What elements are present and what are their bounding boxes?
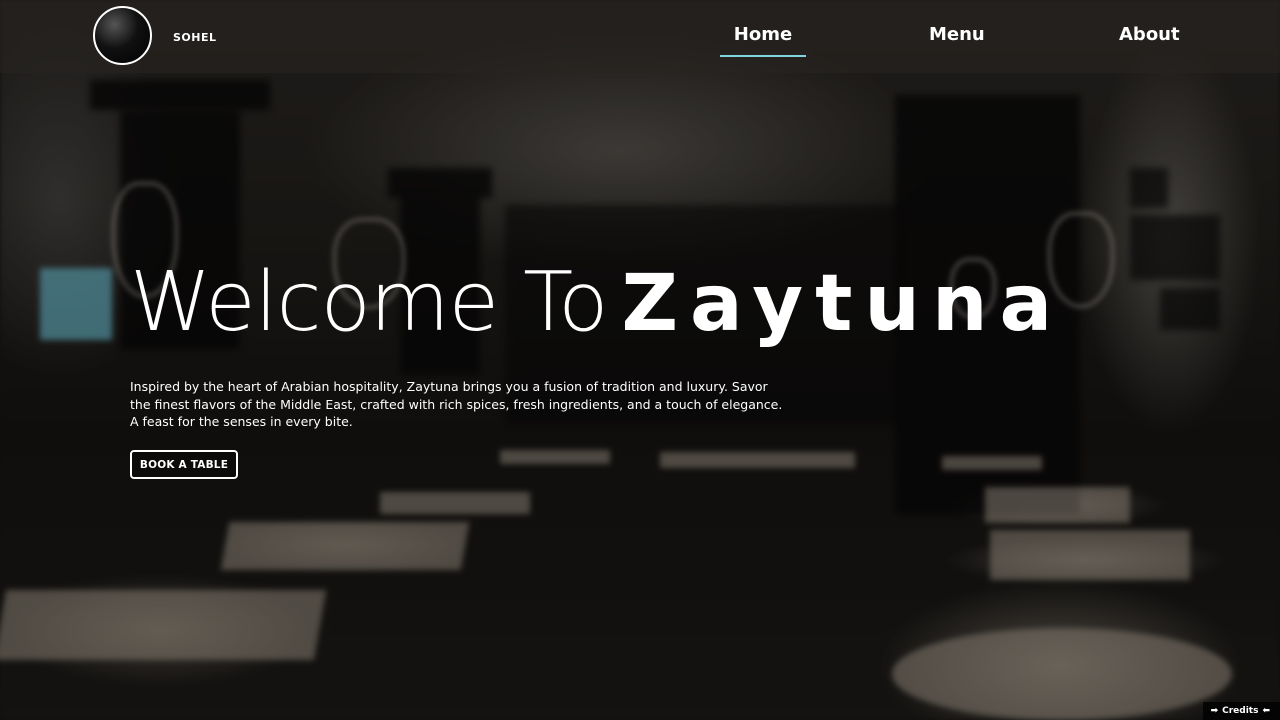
nav-about-link[interactable]: About (1119, 24, 1180, 45)
logo-icon[interactable] (93, 6, 152, 65)
credits-button[interactable]: ➡ Credits ⬅ (1202, 702, 1280, 720)
hero-description: Inspired by the heart of Arabian hospita… (130, 379, 783, 429)
hero-title-welcome: Welcome To (130, 255, 608, 350)
brand-name[interactable]: SOHEL (173, 31, 217, 44)
hero-title: Welcome To Zaytuna (130, 262, 1064, 344)
book-a-table-button[interactable]: BOOK A TABLE (130, 450, 238, 479)
arrow-right-icon: ➡ (1210, 706, 1219, 716)
nav-menu-link[interactable]: Menu (929, 24, 985, 45)
credits-label: Credits (1222, 706, 1259, 716)
hero-title-zaytuna: Zaytuna (621, 259, 1065, 349)
arrow-left-icon: ⬅ (1262, 706, 1270, 716)
page: SOHEL Home Menu About Welcome To Zaytuna … (0, 0, 1280, 720)
site-header: SOHEL Home Menu About (0, 0, 1280, 73)
dark-overlay (0, 0, 1280, 720)
nav-home-link[interactable]: Home (720, 16, 806, 57)
